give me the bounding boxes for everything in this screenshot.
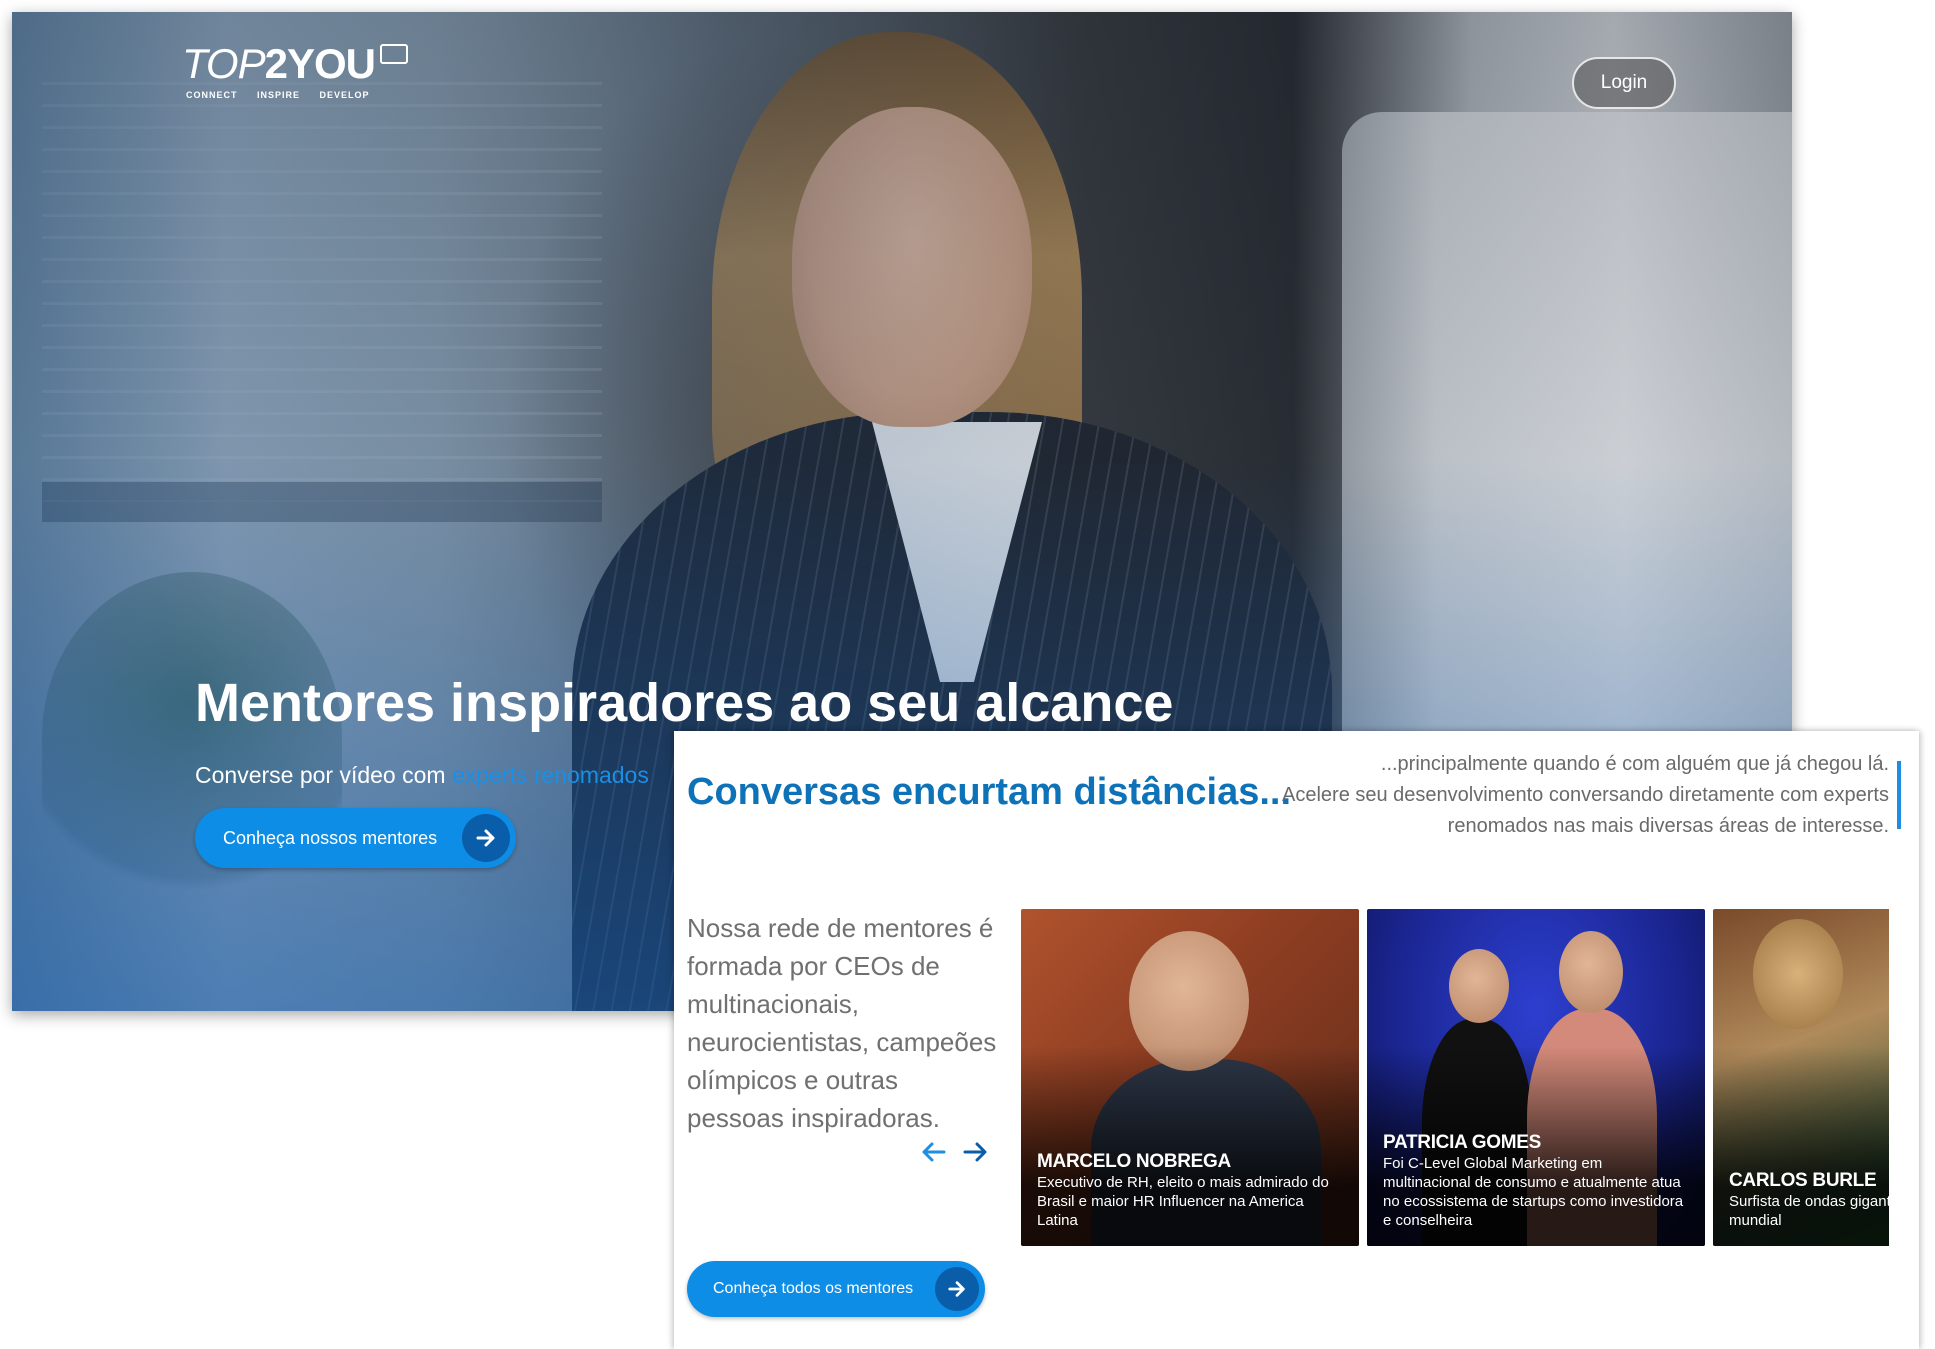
arrow-right-icon xyxy=(462,814,510,862)
mentor-bio: Surfista de ondas gigantes mundial xyxy=(1729,1193,1889,1229)
logo-word-regular: TOP xyxy=(182,40,266,87)
section-intro-line-1: ...principalmente quando é com alguém qu… xyxy=(1380,753,1889,775)
section-description: Nossa rede de mentores é formada por CEO… xyxy=(687,913,997,1133)
section-title: Conversas encurtam distâncias... xyxy=(687,771,1292,813)
mentor-photo-head xyxy=(1559,931,1623,1013)
all-mentors-button[interactable]: Conheça todos os mentores xyxy=(687,1261,985,1317)
section-intro: ...principalmente quando é com alguém qu… xyxy=(1269,749,1889,842)
speech-bubble-icon xyxy=(380,44,408,64)
login-button[interactable]: Login xyxy=(1572,57,1676,109)
hero-subtitle: Converse por vídeo com experts renomados xyxy=(195,762,649,789)
mentor-photo-head xyxy=(1753,919,1843,1029)
mentor-card-text: PATRICIA GOMES Foi C-Level Global Market… xyxy=(1383,1132,1693,1230)
mentor-photo-head xyxy=(1449,949,1509,1023)
mentor-card[interactable]: MARCELO NOBREGA Executivo de RH, eleito … xyxy=(1021,909,1359,1246)
hero-title: Mentores inspiradores ao seu alcance xyxy=(195,673,1174,733)
logo-wordmark: TOP2YOU xyxy=(182,40,412,88)
mentor-bio: Executivo de RH, eleito o mais admirado … xyxy=(1037,1174,1329,1229)
logo-tagline: CONNECT INSPIRE DEVELOP xyxy=(186,90,370,100)
mentor-card[interactable]: PATRICIA GOMES Foi C-Level Global Market… xyxy=(1367,909,1705,1246)
arrow-right-icon xyxy=(935,1267,979,1311)
meet-mentors-button[interactable]: Conheça nossos mentores xyxy=(195,808,516,868)
mentor-bio: Foi C-Level Global Marketing em multinac… xyxy=(1383,1155,1684,1229)
logo-word-bold: 2YOU xyxy=(264,40,376,87)
carousel-next-button[interactable] xyxy=(960,1137,990,1167)
carousel-prev-button[interactable] xyxy=(919,1137,949,1167)
mentor-name: PATRICIA GOMES xyxy=(1383,1132,1542,1153)
section-intro-line-2: Acelere seu desenvolvimento conversando … xyxy=(1282,784,1889,837)
brand-logo[interactable]: TOP2YOU CONNECT INSPIRE DEVELOP xyxy=(182,40,412,110)
mentor-card-text: CARLOS BURLE Surfista de ondas gigantes … xyxy=(1729,1170,1889,1230)
mentor-name: CARLOS BURLE xyxy=(1729,1170,1877,1191)
all-mentors-label: Conheça todos os mentores xyxy=(713,1280,914,1297)
arrow-left-icon xyxy=(922,1142,946,1162)
intro-accent-bar xyxy=(1897,761,1901,829)
arrow-right-icon xyxy=(963,1142,987,1162)
mentor-card-text: MARCELO NOBREGA Executivo de RH, eleito … xyxy=(1037,1151,1347,1230)
mentors-section: Conversas encurtam distâncias... ...prin… xyxy=(674,731,1919,1349)
meet-mentors-label: Conheça nossos mentores xyxy=(223,827,438,848)
mentor-card[interactable]: CARLOS BURLE Surfista de ondas gigantes … xyxy=(1713,909,1889,1246)
hero-subtitle-prefix: Converse por vídeo com xyxy=(195,762,452,788)
mentor-name: MARCELO NOBREGA xyxy=(1037,1151,1231,1172)
hero-subtitle-highlight: experts renomados xyxy=(451,762,649,788)
mentor-carousel: MARCELO NOBREGA Executivo de RH, eleito … xyxy=(1021,909,1889,1246)
